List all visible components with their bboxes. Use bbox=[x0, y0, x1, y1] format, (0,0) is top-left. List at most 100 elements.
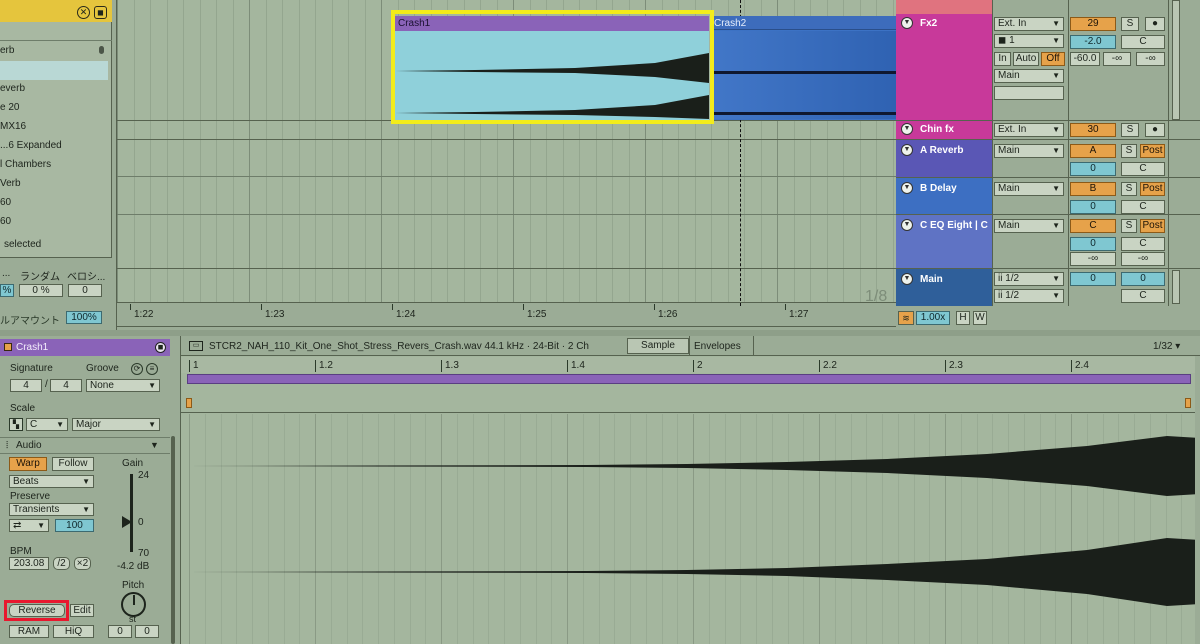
bpm-field[interactable]: 203.08 bbox=[9, 557, 49, 570]
warp-button[interactable]: Warp bbox=[9, 457, 47, 471]
half-tempo-button[interactable]: /2 bbox=[53, 557, 70, 570]
ceq-inf2[interactable]: -∞ bbox=[1121, 252, 1165, 266]
w-button[interactable]: W bbox=[973, 311, 987, 325]
save-icon[interactable]: ◼ bbox=[94, 6, 107, 19]
return-c[interactable]: C bbox=[1121, 200, 1165, 214]
row-value-0[interactable]: % bbox=[0, 284, 14, 297]
fold-icon[interactable]: ▼ bbox=[901, 219, 913, 231]
clip-scrollbar[interactable] bbox=[171, 436, 175, 644]
chinfx-arm-button[interactable]: ● bbox=[1145, 123, 1165, 137]
sample-grid-select[interactable]: 1/32 ▾ bbox=[1153, 341, 1180, 352]
browser-item[interactable]: everb bbox=[0, 83, 25, 94]
fold-icon[interactable]: ▼ bbox=[901, 123, 913, 135]
fx2-inf1[interactable]: -∞ bbox=[1103, 52, 1131, 66]
fold-icon[interactable]: ▼ bbox=[901, 182, 913, 194]
groove-edit-icon[interactable]: ≡ bbox=[146, 363, 158, 375]
row-value-1[interactable]: 0 % bbox=[19, 284, 63, 297]
fx2-arm-button[interactable]: ● bbox=[1145, 17, 1165, 31]
browser-item[interactable]: erb bbox=[0, 45, 14, 56]
preserve-select[interactable]: Transients ▼ bbox=[9, 503, 94, 516]
return-send-label[interactable]: A bbox=[1070, 144, 1116, 158]
follow-icon[interactable]: ≋ bbox=[898, 311, 914, 325]
return-post-button[interactable]: Post bbox=[1140, 219, 1165, 233]
browser-item[interactable]: MX16 bbox=[0, 121, 26, 132]
loop-brace[interactable] bbox=[187, 374, 1191, 384]
fold-icon[interactable]: ▼ bbox=[901, 17, 913, 29]
clip-save-icon[interactable]: ◼ bbox=[155, 342, 166, 353]
return-post-button[interactable]: Post bbox=[1140, 144, 1165, 158]
start-marker[interactable] bbox=[186, 398, 192, 408]
gain-slider-track[interactable] bbox=[130, 474, 133, 552]
gain-slider-handle[interactable] bbox=[122, 516, 132, 528]
browser-item[interactable]: Verb bbox=[0, 178, 21, 189]
scroll-dot-icon[interactable] bbox=[99, 46, 104, 54]
monitor-auto-button[interactable]: Auto bbox=[1013, 52, 1039, 66]
audio-collapse-icon[interactable]: ▼ bbox=[150, 440, 159, 450]
tab-envelopes[interactable]: Envelopes bbox=[694, 341, 741, 352]
monitor-off-button[interactable]: Off bbox=[1041, 52, 1065, 66]
amount-value[interactable]: 100% bbox=[66, 311, 102, 324]
warp-mode-select[interactable]: Beats ▼ bbox=[9, 475, 94, 488]
groove-icon[interactable]: ⟳ bbox=[131, 363, 143, 375]
tab-sample[interactable]: Sample bbox=[627, 338, 689, 354]
fold-icon[interactable]: ▼ bbox=[901, 273, 913, 285]
fx2-low-field[interactable]: -60.0 bbox=[1070, 52, 1100, 66]
return-c[interactable]: C bbox=[1121, 162, 1165, 176]
hiq-button[interactable]: HiQ bbox=[53, 625, 94, 638]
fx2-inf2[interactable]: -∞ bbox=[1136, 52, 1165, 66]
main-out2-select[interactable]: ii 1/2 ▼ bbox=[994, 289, 1064, 303]
return-value[interactable]: 0 bbox=[1070, 162, 1116, 176]
return-value[interactable]: 0 bbox=[1070, 200, 1116, 214]
scale-icon[interactable]: ▚ bbox=[9, 418, 23, 431]
browser-item[interactable]: ...6 Expanded bbox=[0, 140, 62, 151]
end-marker[interactable] bbox=[1185, 398, 1191, 408]
fx2-channel-select[interactable]: ◼ 1 ▼ bbox=[994, 34, 1064, 48]
browser-item[interactable]: 60 bbox=[0, 197, 11, 208]
main-out1-select[interactable]: ii 1/2 ▼ bbox=[994, 272, 1064, 286]
sig-den-field[interactable]: 4 bbox=[50, 379, 82, 392]
return-send-label[interactable]: B bbox=[1070, 182, 1116, 196]
groove-select[interactable]: None ▼ bbox=[86, 379, 160, 392]
loop-value-field[interactable]: 100 bbox=[55, 519, 94, 532]
return-solo-button[interactable]: S bbox=[1121, 219, 1137, 233]
ceq-inf1[interactable]: -∞ bbox=[1070, 252, 1116, 266]
sig-num-field[interactable]: 4 bbox=[10, 379, 42, 392]
return-output-select[interactable]: Main ▼ bbox=[994, 219, 1064, 233]
fx2-output-sub[interactable] bbox=[994, 86, 1064, 100]
scale-root-select[interactable]: C ▼ bbox=[26, 418, 68, 431]
follow-button[interactable]: Follow bbox=[52, 457, 94, 471]
fx2-output-select[interactable]: Main ▼ bbox=[994, 69, 1064, 83]
pitch-cent-field[interactable]: 0 bbox=[135, 625, 159, 638]
browser-item[interactable]: l Chambers bbox=[0, 159, 51, 170]
browser-item[interactable]: e 20 bbox=[0, 102, 19, 113]
row-value-2[interactable]: 0 bbox=[68, 284, 102, 297]
pitch-st-field[interactable]: 0 bbox=[108, 625, 132, 638]
main-val2[interactable]: 0 bbox=[1121, 272, 1165, 286]
return-c[interactable]: C bbox=[1121, 237, 1165, 251]
double-tempo-button[interactable]: ×2 bbox=[74, 557, 91, 570]
monitor-in-button[interactable]: In bbox=[994, 52, 1011, 66]
fx2-input-select[interactable]: Ext. In ▼ bbox=[994, 17, 1064, 31]
zoom-field[interactable]: 1.00x bbox=[916, 311, 950, 325]
clip-crash2[interactable]: Crash2 bbox=[711, 16, 897, 120]
return-output-select[interactable]: Main ▼ bbox=[994, 182, 1064, 196]
chinfx-input-select[interactable]: Ext. In ▼ bbox=[994, 123, 1064, 137]
return-value[interactable]: 0 bbox=[1070, 237, 1116, 251]
return-post-button[interactable]: Post bbox=[1140, 182, 1165, 196]
return-solo-button[interactable]: S bbox=[1121, 182, 1137, 196]
main-c[interactable]: C bbox=[1121, 289, 1165, 303]
chinfx-solo-button[interactable]: S bbox=[1121, 123, 1139, 137]
fx2-solo-button[interactable]: S bbox=[1121, 17, 1139, 31]
close-icon[interactable]: ✕ bbox=[77, 6, 90, 19]
browser-item[interactable]: 60 bbox=[0, 216, 11, 227]
track-fx2-name-bg[interactable] bbox=[896, 14, 992, 120]
return-solo-button[interactable]: S bbox=[1121, 144, 1137, 158]
chinfx-volume[interactable]: 30 bbox=[1070, 123, 1116, 137]
fx2-volume[interactable]: 29 bbox=[1070, 17, 1116, 31]
main-val1[interactable]: 0 bbox=[1070, 272, 1116, 286]
fold-icon[interactable]: ▼ bbox=[901, 144, 913, 156]
fx2-pan[interactable]: -2.0 bbox=[1070, 35, 1116, 49]
h-button[interactable]: H bbox=[956, 311, 970, 325]
scale-mode-select[interactable]: Major ▼ bbox=[72, 418, 160, 431]
fx2-send-a[interactable]: C bbox=[1121, 35, 1165, 49]
